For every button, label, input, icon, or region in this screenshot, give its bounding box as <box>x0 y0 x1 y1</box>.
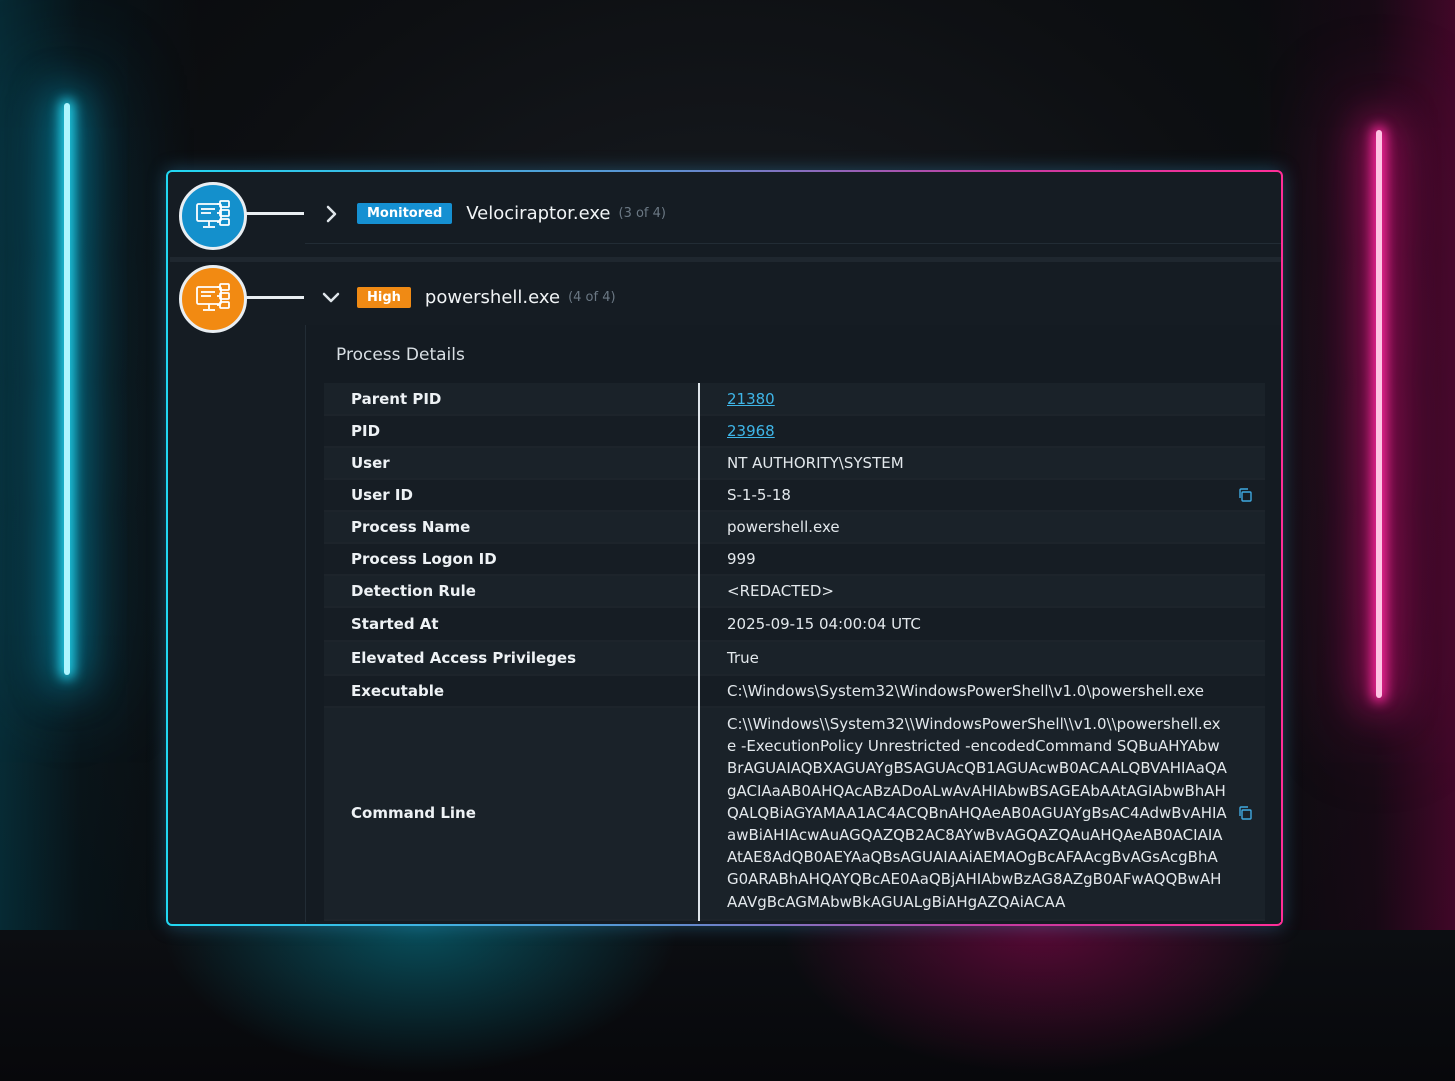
row-label: Started At <box>324 607 700 641</box>
table-row: Parent PID 21380 <box>324 383 1265 415</box>
process-count: (3 of 4) <box>618 206 666 221</box>
copy-icon[interactable] <box>1237 805 1253 821</box>
row-value: 999 <box>727 550 756 568</box>
row-label: Elevated Access Privileges <box>324 641 700 675</box>
tree-connector <box>246 296 304 299</box>
row-value: S-1-5-18 <box>727 486 791 504</box>
details-title: Process Details <box>336 345 465 365</box>
neon-light-left <box>64 103 70 675</box>
table-row: Executable C:\Windows\System32\WindowsPo… <box>324 675 1265 707</box>
table-row: User NT AUTHORITY\SYSTEM <box>324 447 1265 479</box>
row-label: Command Line <box>324 707 700 920</box>
row-value-cell: S-1-5-18 <box>699 479 1265 511</box>
row-label: Detection Rule <box>324 575 700 607</box>
table-row: Command Line C:\\Windows\\System32\\Wind… <box>324 707 1265 920</box>
process-name: powershell.exe <box>424 286 561 308</box>
row-value-cell: 21380 <box>699 383 1265 415</box>
background-wall-right <box>1255 0 1455 1081</box>
parent-pid-link[interactable]: 21380 <box>727 390 775 408</box>
computer-network-icon <box>196 283 230 311</box>
row-label: Process Name <box>324 511 700 543</box>
row-label: Parent PID <box>324 383 700 415</box>
table-row: Process Logon ID 999 <box>324 543 1265 575</box>
pid-link[interactable]: 23968 <box>727 422 775 440</box>
row-value-cell: 23968 <box>699 415 1265 447</box>
process-count: (4 of 4) <box>568 289 616 305</box>
process-name: Velociraptor.exe <box>466 203 611 224</box>
floor-reflection-cyan <box>160 925 680 1075</box>
row-value: <REDACTED> <box>727 582 834 600</box>
process-node-velociraptor[interactable] <box>179 182 247 250</box>
process-details-table: Parent PID 21380 PID 23968 User NT AUTHO… <box>324 383 1265 921</box>
row-divider <box>170 257 1281 262</box>
row-value-cell: C:\\Windows\\System32\\WindowsPowerShell… <box>699 707 1265 920</box>
neon-light-right <box>1376 130 1382 698</box>
row-label: User <box>324 447 700 479</box>
floor-reflection-magenta <box>780 925 1300 1075</box>
row-label: PID <box>324 415 700 447</box>
table-row: PID 23968 <box>324 415 1265 447</box>
copy-icon[interactable] <box>1237 487 1253 503</box>
table-row: Detection Rule <REDACTED> <box>324 575 1265 607</box>
table-row: Process Name powershell.exe <box>324 511 1265 543</box>
row-value: C:\Windows\System32\WindowsPowerShell\v1… <box>727 682 1205 700</box>
process-row-velociraptor[interactable]: Monitored Velociraptor.exe (3 of 4) <box>305 184 1281 244</box>
computer-network-icon <box>196 200 230 228</box>
table-row: User ID S-1-5-18 <box>324 479 1265 511</box>
tree-connector <box>246 212 304 215</box>
row-label: Executable <box>324 675 700 707</box>
chevron-right-icon[interactable] <box>319 202 343 226</box>
severity-badge: High <box>357 286 411 308</box>
row-value: powershell.exe <box>727 518 840 536</box>
process-row-powershell[interactable]: High powershell.exe (4 of 4) <box>305 267 1281 327</box>
row-value: True <box>727 649 759 667</box>
row-label: Process Logon ID <box>324 543 700 575</box>
row-value: NT AUTHORITY\SYSTEM <box>727 454 904 472</box>
command-line-value: C:\\Windows\\System32\\WindowsPowerShell… <box>727 715 1227 911</box>
table-row: Started At 2025-09-15 04:00:04 UTC <box>324 607 1265 641</box>
table-row: Elevated Access Privileges True <box>324 641 1265 675</box>
severity-badge: Monitored <box>357 203 453 224</box>
row-label: User ID <box>324 479 700 511</box>
process-node-powershell[interactable] <box>179 265 247 333</box>
row-value: 2025-09-15 04:00:04 UTC <box>727 615 921 633</box>
chevron-down-icon[interactable] <box>319 285 343 309</box>
